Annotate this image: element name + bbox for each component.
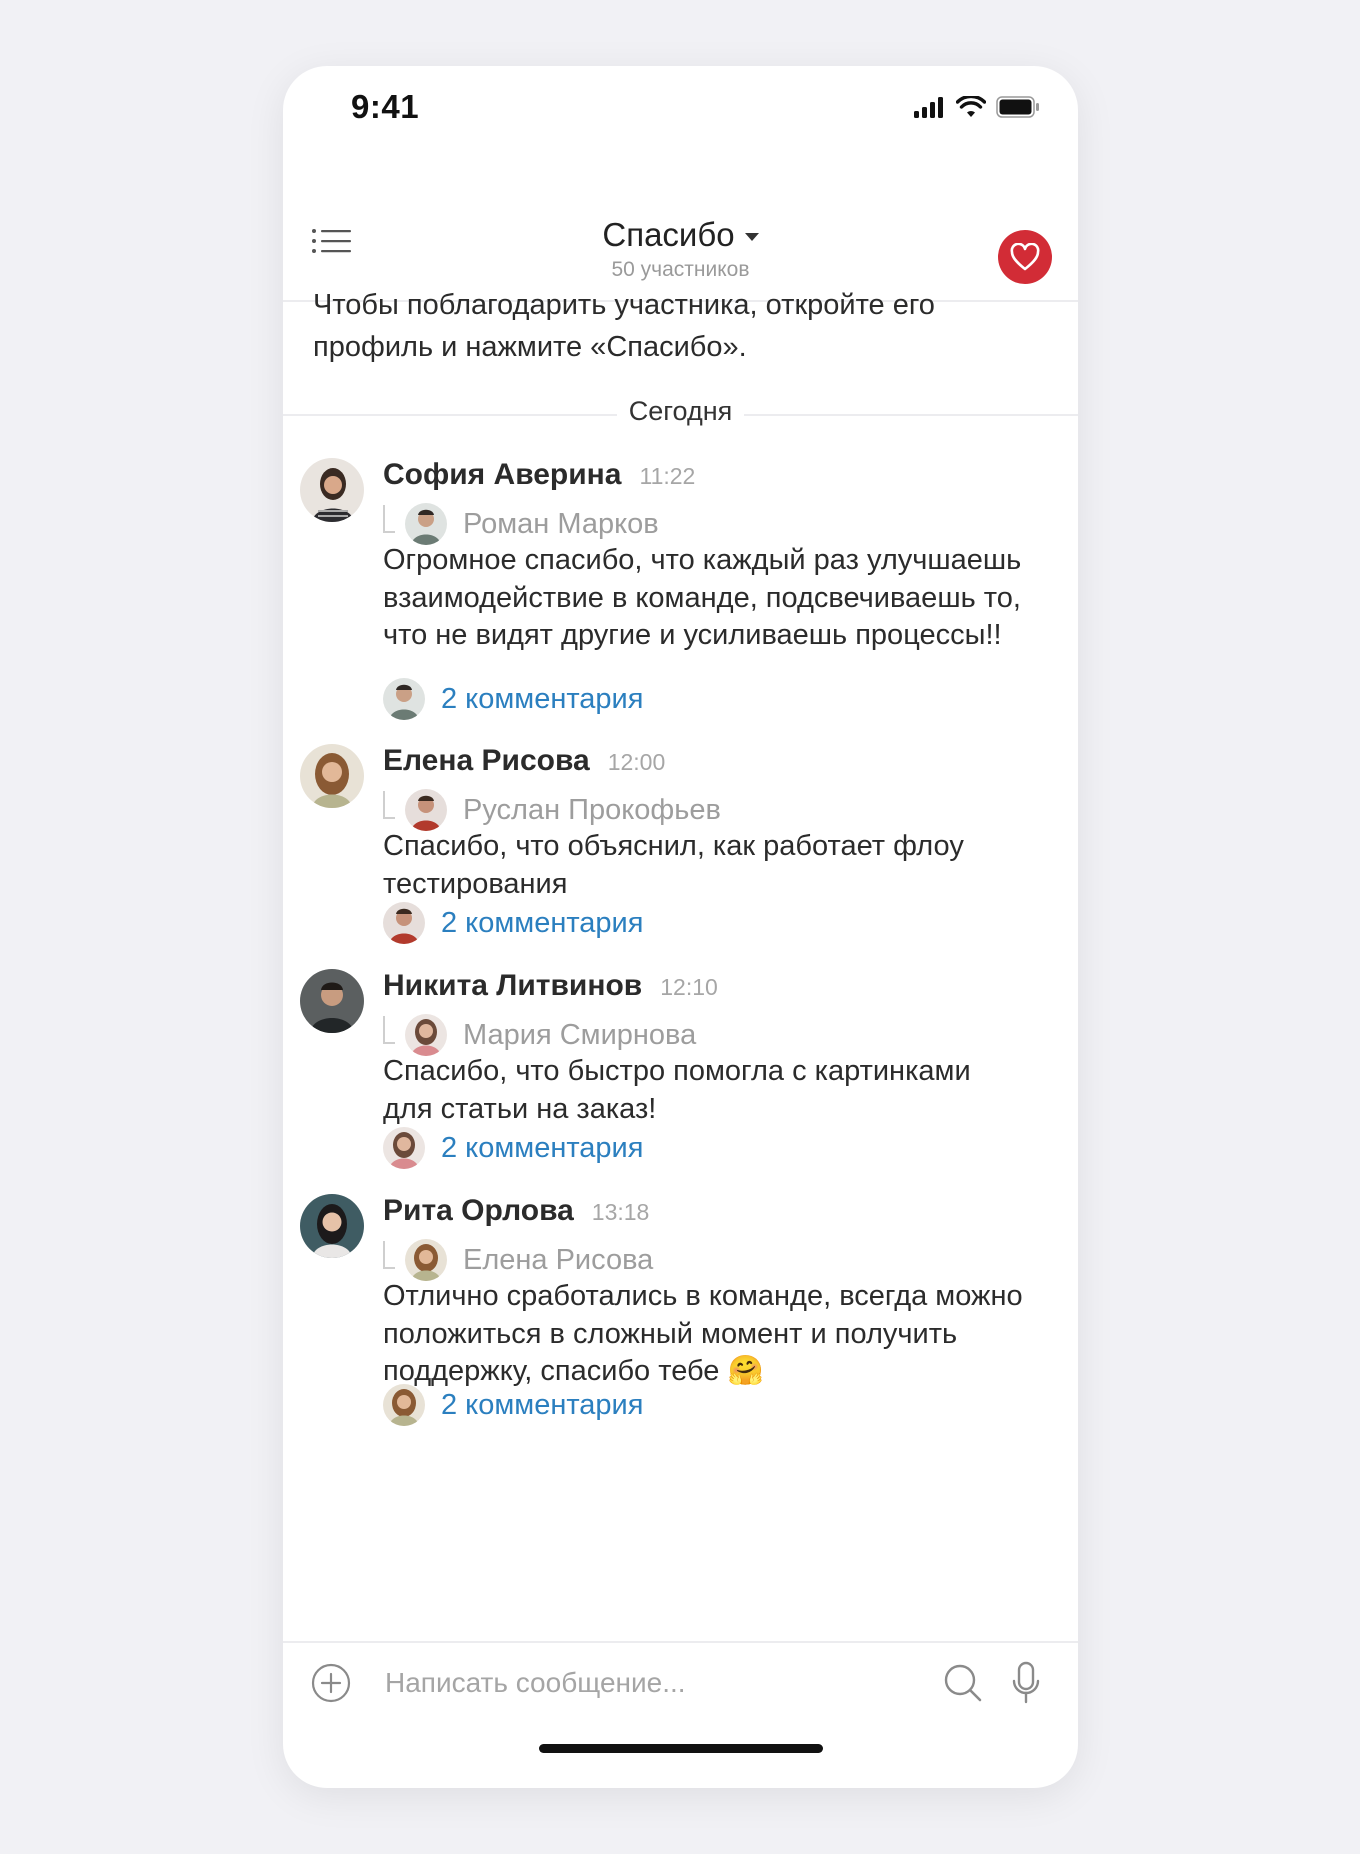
comments-count: 2 комментария: [441, 682, 644, 715]
avatar[interactable]: [405, 1014, 447, 1056]
avatar[interactable]: [300, 969, 364, 1033]
message-input[interactable]: [383, 1657, 807, 1709]
message-text: Отлично сработались в команде, всегда мо…: [383, 1280, 1023, 1387]
heart-icon: [1010, 243, 1040, 271]
author-name[interactable]: София Аверина: [383, 458, 622, 492]
comments-link[interactable]: 2 комментария: [383, 1384, 643, 1426]
comments-count: 2 комментария: [441, 906, 644, 939]
info-text: Чтобы поблагодарить участника, откройте …: [313, 289, 935, 363]
avatar: [383, 1384, 425, 1426]
date-label: Сегодня: [616, 396, 745, 426]
author-name[interactable]: Никита Литвинов: [383, 969, 642, 1003]
author-name[interactable]: Елена Рисова: [383, 744, 590, 778]
comments-link[interactable]: 2 комментария: [383, 1127, 643, 1169]
reply-corner-icon: [383, 791, 395, 819]
caret-down-icon: [744, 233, 759, 241]
search-icon[interactable]: [943, 1663, 983, 1703]
recipient-name[interactable]: Роман Марков: [463, 508, 659, 541]
message-text: Огромное спасибо, что каждый раз улучшае…: [383, 544, 1022, 651]
battery-icon: [996, 96, 1039, 118]
chat-title-block: Спасибо 50 участников: [283, 216, 1078, 282]
comments-link[interactable]: 2 комментария: [383, 678, 643, 720]
comments-link[interactable]: 2 комментария: [383, 902, 643, 944]
chat-title-dropdown[interactable]: Спасибо: [602, 216, 759, 254]
avatar[interactable]: [300, 744, 364, 808]
avatar[interactable]: [300, 1194, 364, 1258]
thanks-button[interactable]: [998, 230, 1052, 284]
reply-corner-icon: [383, 505, 395, 533]
author-name[interactable]: Рита Орлова: [383, 1194, 574, 1228]
message-time: 13:18: [591, 1199, 650, 1225]
recipient-row: Руслан Прокофьев: [383, 786, 721, 834]
participants-count: 50 участников: [611, 258, 750, 281]
recipient-name[interactable]: Руслан Прокофьев: [463, 794, 721, 827]
avatar: [383, 1127, 425, 1169]
recipient-row: Мария Смирнова: [383, 1011, 696, 1059]
avatar[interactable]: [405, 1239, 447, 1281]
message-time: 12:00: [607, 749, 666, 775]
avatar: [383, 678, 425, 720]
message-time: 11:22: [639, 463, 696, 489]
message-time: 12:10: [660, 974, 718, 1000]
recipient-name[interactable]: Мария Смирнова: [463, 1019, 696, 1052]
message-composer: [283, 1641, 1078, 1723]
comments-count: 2 комментария: [441, 1388, 644, 1421]
plus-circle-icon[interactable]: [311, 1663, 351, 1703]
message-text: Спасибо, что быстро помогла с картинками…: [383, 1055, 971, 1125]
recipient-row: Елена Рисова: [383, 1236, 653, 1284]
home-indicator: [539, 1744, 823, 1753]
signal-icon: [914, 97, 943, 118]
phone-screen: 9:41 Спасибо 50 участников Чтобы поблаго…: [283, 66, 1078, 1788]
comments-count: 2 комментария: [441, 1131, 644, 1164]
status-time: 9:41: [351, 88, 420, 125]
status-bar: 9:41: [283, 66, 1078, 156]
recipient-row: Роман Марков: [383, 500, 659, 548]
avatar: [383, 902, 425, 944]
status-icons: [914, 96, 1040, 118]
message-text: Спасибо, что объяснил, как работает флоу…: [383, 830, 964, 900]
microphone-icon[interactable]: [1011, 1661, 1041, 1705]
chat-title: Спасибо: [602, 216, 735, 253]
reply-corner-icon: [383, 1241, 395, 1269]
date-separator: Сегодня: [283, 396, 1078, 436]
avatar[interactable]: [300, 458, 364, 522]
chat-header: Спасибо 50 участников: [283, 156, 1078, 302]
wifi-icon: [956, 96, 986, 117]
recipient-name[interactable]: Елена Рисова: [463, 1244, 653, 1277]
avatar[interactable]: [405, 503, 447, 545]
avatar[interactable]: [405, 789, 447, 831]
reply-corner-icon: [383, 1016, 395, 1044]
